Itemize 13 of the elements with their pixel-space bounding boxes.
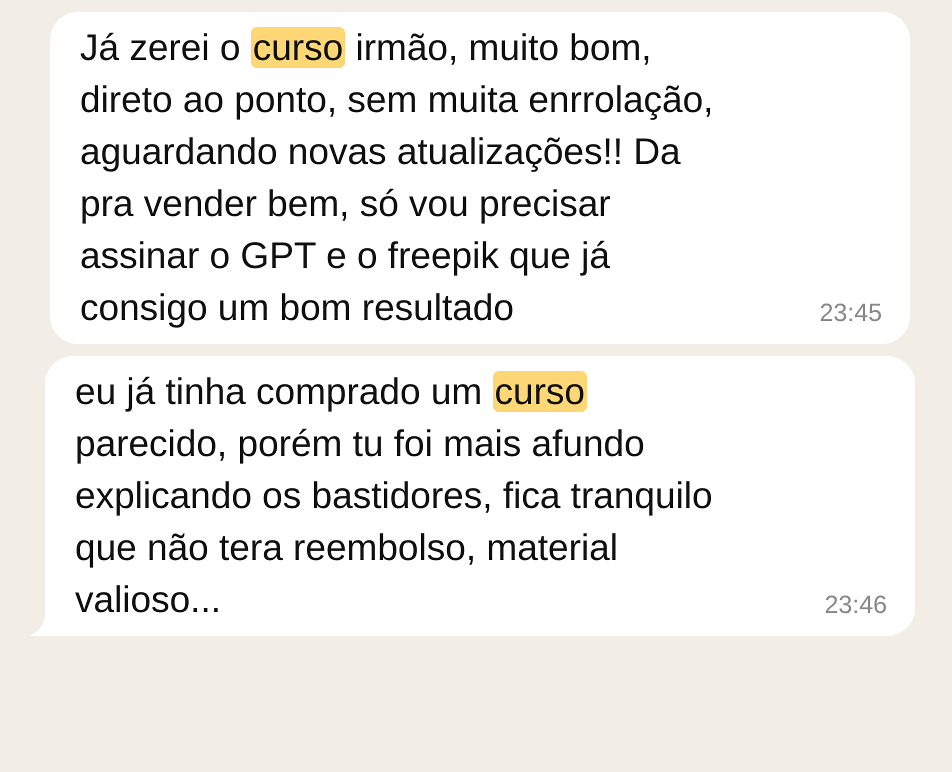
- message-time: 23:45: [819, 298, 882, 328]
- message-line: eu já tinha comprado um curso: [75, 370, 588, 414]
- message-line: aguardando novas atualizações!! Da: [80, 130, 682, 174]
- message-line: direto ao ponto, sem muita enrrolação,: [80, 78, 714, 122]
- message-line: Já zerei o curso irmão, muito bom,: [80, 26, 653, 70]
- message-line: consigo um bom resultado: [80, 286, 514, 330]
- message-line: explicando os bastidores, fica tranquilo: [75, 474, 714, 518]
- message-time: 23:46: [824, 590, 887, 620]
- message-line: que não tera reembolso, material: [75, 526, 619, 570]
- message-line: pra vender bem, só vou precisar: [80, 182, 612, 226]
- message-line: valioso...: [75, 578, 222, 622]
- message-line: assinar o GPT e o freepik que já: [80, 234, 611, 278]
- message-line: parecido, porém tu foi mais afundo: [75, 422, 646, 466]
